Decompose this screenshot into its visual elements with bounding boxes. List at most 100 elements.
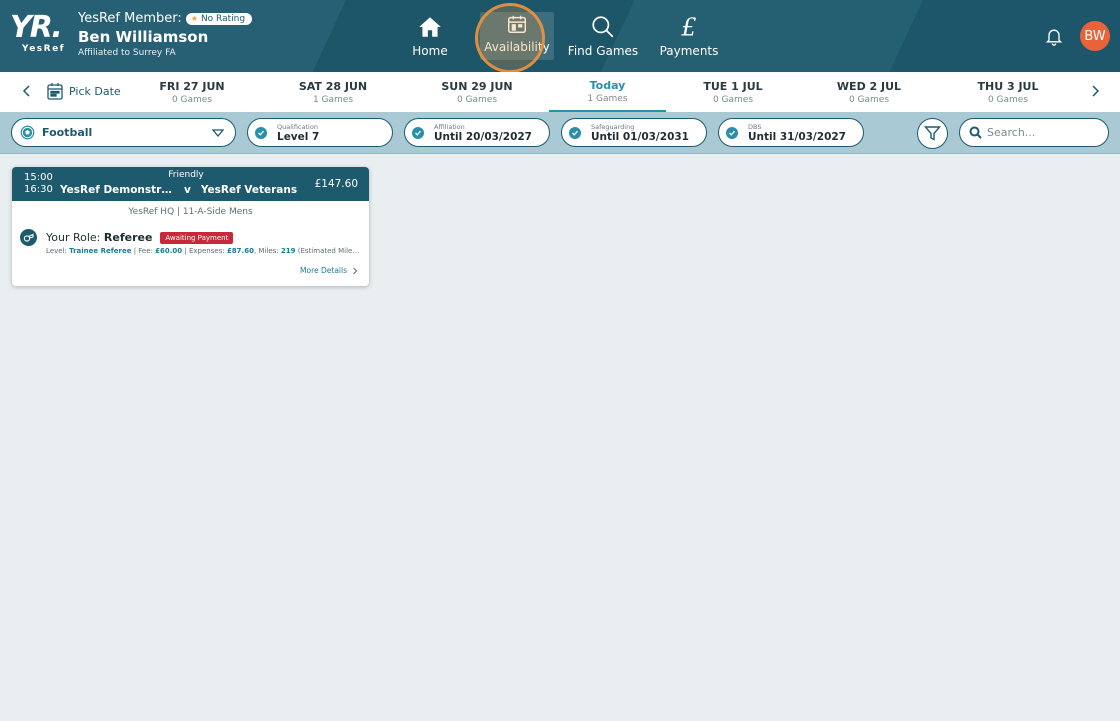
chevron-right-icon[interactable] [1088,84,1102,98]
nav-find-games[interactable]: Find Games [566,0,640,72]
match-type: Friendly [168,170,204,180]
date-tab-label: SUN 29 JUN [441,79,513,93]
qualification-label: Qualification [277,122,318,131]
game-card[interactable]: 15:00 16:30 Friendly YesRef Demonstrati.… [12,167,369,286]
away-team: YesRef Veterans [200,184,298,196]
qualification-badge[interactable]: Qualification Level 7 [247,118,393,147]
miles-value: 219 [280,247,296,255]
nav-home[interactable]: Home [404,0,456,72]
nav-availability[interactable]: Availability [480,12,554,60]
check-icon [726,126,738,139]
level-label: Level: [46,247,67,255]
date-tab-label: THU 3 JUL [977,79,1039,93]
search-icon [592,16,614,38]
filter-bar: Football Qualification Level 7 Affiliati… [0,112,1120,154]
calendar-icon [47,83,63,100]
date-tab-sun-29-jun[interactable]: SUN 29 JUN 0 Games [428,72,526,112]
date-tab-count: 0 Games [456,94,498,105]
date-tab-thu-3-jul[interactable]: THU 3 JUL 0 Games [967,72,1049,112]
chevron-left-icon[interactable] [20,84,34,98]
dbs-badge[interactable]: DBS Until 31/03/2027 [718,118,864,147]
logo-mark: YR. [10,10,63,45]
role-label: Your Role: [46,231,101,244]
safeguarding-value: Until 01/03/2031 [591,130,689,143]
check-icon [412,126,424,139]
affiliation-value: Until 20/03/2027 [434,130,532,143]
affiliation-badge[interactable]: Affiliation Until 20/03/2027 [404,118,550,147]
sport-select[interactable]: Football [11,118,236,147]
check-icon [255,126,267,139]
date-tab-label: Today [589,78,626,92]
separator: , [253,247,257,255]
expenses-value: £87.60 [226,247,254,255]
safeguarding-badge[interactable]: Safeguarding Until 01/03/2031 [561,118,707,147]
date-strip: Pick Date FRI 27 JUN 0 Games SAT 28 JUN … [0,72,1120,112]
search-icon [969,126,982,139]
date-tab-count: 1 Games [587,93,628,104]
qualification-value: Level 7 [277,130,320,143]
more-details-label: More Details [300,266,347,275]
date-tab-count: 0 Games [171,94,213,105]
date-tab-sat-28-jun[interactable]: SAT 28 JUN 1 Games [286,72,380,112]
nav-payments-label: Payments [659,44,719,58]
fee-value: £60.00 [155,247,183,255]
dbs-value: Until 31/03/2027 [748,130,846,143]
star-icon: ★ [190,14,198,23]
dbs-label: DBS [748,122,762,131]
member-label: YesRef Member: [78,11,182,26]
date-tab-label: TUE 1 JUL [703,79,763,93]
fee-label: Fee: [138,247,153,255]
nav-home-label: Home [412,44,448,58]
separator: | [184,247,187,255]
date-tab-label: FRI 27 JUN [159,79,225,93]
avatar[interactable]: BW [1080,21,1110,51]
role-text: Your Role: Referee [46,231,152,244]
chevron-right-icon [353,267,358,274]
bell-icon[interactable] [1044,26,1064,46]
member-info: YesRef Member: ★ No Rating Ben Williamson… [78,11,253,58]
yesref-logo[interactable]: YR. YesRef [10,12,68,58]
nav-availability-label: Availability [484,40,550,54]
date-tab-count: 0 Games [987,94,1029,105]
role-row: Your Role: Referee Awaiting Payment [20,229,234,246]
filter-button[interactable] [917,118,948,149]
date-tab-count: 0 Games [712,94,754,105]
teams: YesRef Demonstrati... v YesRef Veterans [60,184,297,196]
date-tab-label: SAT 28 JUN [298,79,368,93]
game-venue: YesRef HQ | 11-A-Side Mens [128,207,253,217]
search-input[interactable] [987,126,1097,139]
estimated-miles: (Estimated Miles: ... [297,247,360,255]
date-tab-today[interactable]: Today 1 Games [549,72,666,112]
sport-select-value: Football [42,126,93,139]
affiliation-label: Affiliation [434,122,465,131]
game-price: £147.60 [314,178,358,190]
rating-badge-label: No Rating [200,13,246,24]
logo-subtext: YesRef [22,44,66,54]
date-tab-count: 0 Games [848,94,890,105]
more-details-link[interactable]: More Details [300,266,358,275]
svg-text:£: £ [680,14,696,40]
football-icon [20,125,35,140]
versus-label: v [184,184,191,196]
game-card-header: 15:00 16:30 Friendly YesRef Demonstrati.… [12,167,369,201]
date-tab-label: WED 2 JUL [836,79,902,93]
chevron-down-icon [212,129,224,138]
date-tab-wed-2-jul[interactable]: WED 2 JUL 0 Games [827,72,911,112]
date-tab-count: 1 Games [312,94,354,105]
rating-badge: ★ No Rating [185,12,253,25]
date-tab-tue-1-jul[interactable]: TUE 1 JUL 0 Games [694,72,772,112]
calendar-icon [508,15,526,33]
search-box[interactable] [959,118,1109,147]
miles-label: Miles: [258,247,279,255]
nav-payments[interactable]: £ Payments [656,0,722,72]
expenses-label: Expenses: [188,247,225,255]
pick-date-button[interactable]: Pick Date [47,82,121,100]
date-tab-fri-27-jun[interactable]: FRI 27 JUN 0 Games [146,72,238,112]
status-badge: Awaiting Payment [160,231,234,244]
check-icon [569,126,581,139]
app-header: YR. YesRef YesRef Member: ★ No Rating Ben… [0,0,1120,72]
end-time: 16:30 [24,184,53,195]
whistle-icon [20,229,37,246]
filter-icon [924,126,941,141]
game-details: Level: Trainee Referee | Fee: £60.00 | E… [46,247,360,255]
